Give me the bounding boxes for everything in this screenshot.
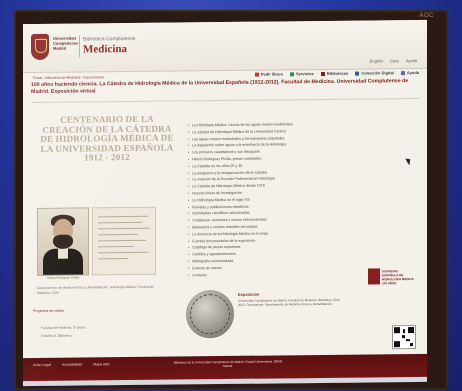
- library-name[interactable]: Biblioteca Complutense: [83, 36, 136, 43]
- top-link[interactable]: Guía: [390, 58, 399, 63]
- catalog-title[interactable]: Programa de visitas: [33, 309, 64, 313]
- menu-dot-icon: [355, 71, 360, 76]
- top-link[interactable]: English: [370, 58, 383, 63]
- menu-item[interactable]: Servicios: [289, 71, 314, 77]
- site-header: Universidad Complutense Madrid Bibliotec…: [23, 19, 427, 74]
- title-rule: [31, 97, 419, 104]
- menu-item[interactable]: Colección Digital: [355, 70, 394, 76]
- footer-link[interactable]: Mapa web: [93, 362, 109, 366]
- society-logo-icon: [368, 268, 380, 285]
- menu-dot-icon: [254, 72, 259, 77]
- top-link[interactable]: Ayuda: [406, 58, 417, 63]
- menu-item[interactable]: Pedir libros: [254, 71, 283, 77]
- anniversary-logo-text: SOCIEDAD ESPAÑOLA DE HIDROLOGÍA MÉDICA 1…: [382, 269, 414, 286]
- catalog-line: Facultad de Medicina, 3ª planta: [41, 325, 86, 330]
- anniversary-logo[interactable]: SOCIEDAD ESPAÑOLA DE HIDROLOGÍA MÉDICA 1…: [368, 268, 414, 290]
- footer-link[interactable]: Aviso Legal: [33, 363, 51, 367]
- page-title: 100 años haciendo ciencia. La Cátedra de…: [31, 78, 409, 96]
- main-menu: Pedir libros Servicios Bibliotecas Colec…: [249, 70, 419, 77]
- footer-links: Aviso Legal Accesibilidad Mapa web: [33, 362, 119, 367]
- top-links: English Guía Ayuda: [364, 58, 417, 64]
- poster-title: CENTENARIO DE LA CREACIÓN DE LA CÁTEDRA …: [40, 113, 174, 163]
- qr-code-icon[interactable]: [392, 324, 416, 350]
- menu-dot-icon: [320, 71, 325, 76]
- document-image[interactable]: [92, 206, 156, 276]
- portrait-caption: Hilario Rodríguez Pinilla: [46, 275, 79, 280]
- catalog-line: Pabellón 5, Biblioteca: [41, 333, 72, 338]
- exposition-title: Exposición: [238, 291, 260, 297]
- menu-dot-icon: [400, 71, 405, 76]
- footer-link[interactable]: Accesibilidad: [62, 362, 82, 366]
- header-divider: [79, 35, 80, 58]
- menu-dot-icon: [289, 72, 294, 77]
- menu-item[interactable]: Bibliotecas: [320, 71, 348, 76]
- exposition-text: Universidad Complutense de Madrid. Facul…: [238, 297, 341, 308]
- section-title[interactable]: Medicina: [83, 43, 127, 55]
- portrait-photo[interactable]: [37, 207, 89, 276]
- poster-description: Departamento de Medicina Física y Rehabi…: [37, 284, 154, 295]
- monitor-screen: Universidad Complutense Madrid Bibliotec…: [23, 19, 427, 387]
- exhibition-poster: CENTENARIO DE LA CREACIÓN DE LA CÁTEDRA …: [37, 113, 177, 294]
- breadcrumb[interactable]: Portal › Biblioteca de Medicina › Exposi…: [33, 75, 104, 80]
- medal-seal-image[interactable]: [186, 289, 234, 339]
- footer-address: Biblioteca de la Universidad Complutense…: [173, 359, 283, 369]
- monitor-brand: AOC: [419, 13, 434, 19]
- exhibition-contents-list: La Hidrología Médica: ciencia de las agu…: [188, 120, 420, 279]
- catalog-lines: Facultad de Medicina, 3ª planta Pabellón…: [41, 323, 86, 339]
- menu-item[interactable]: Ayuda: [400, 70, 419, 76]
- university-crest-icon[interactable]: [31, 33, 49, 61]
